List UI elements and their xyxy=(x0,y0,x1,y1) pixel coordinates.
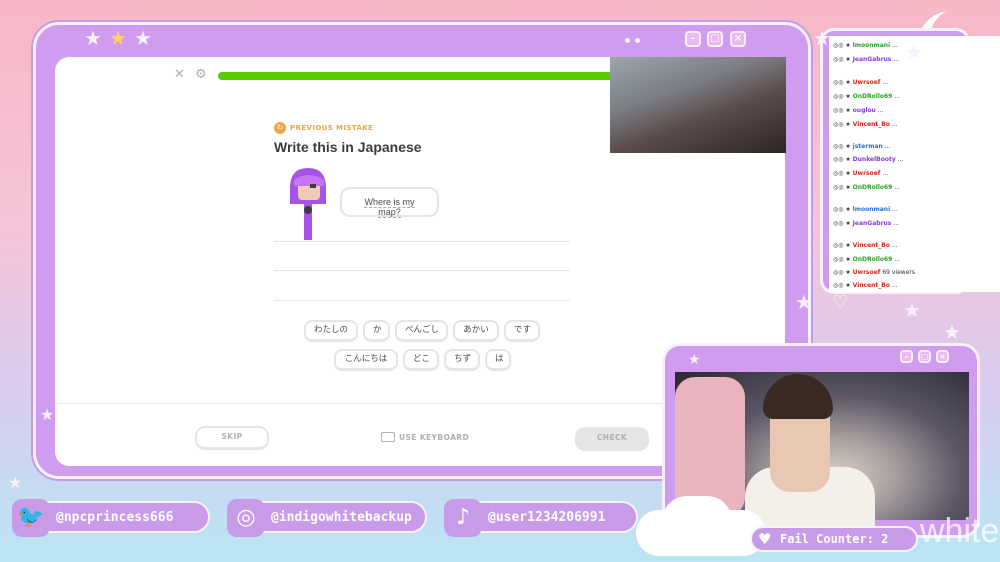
chat-message: ◎◎ ★ Vincent_Bo ... xyxy=(833,242,898,249)
star-icon: ★ xyxy=(813,26,831,50)
star-icon: ★ xyxy=(84,26,102,50)
cloud-decoration xyxy=(662,496,732,546)
star-icon: ★ xyxy=(795,290,813,314)
word-tile[interactable]: ちず xyxy=(444,349,480,371)
chat-message: ◎◎ ★ OnDRollo69 ... xyxy=(833,93,901,100)
close-icon[interactable]: × xyxy=(936,350,949,363)
heart-icon: ♥ xyxy=(758,530,772,548)
twitter-handle: @npcprincess666 xyxy=(56,510,174,525)
word-tile[interactable]: こんにちは xyxy=(334,349,398,371)
instagram-handle: @indigowhitebackup xyxy=(271,510,412,525)
tiktok-icon: ♪ xyxy=(444,499,482,537)
chat-message: ◎◎ ★ lmoonmani ... xyxy=(833,206,898,213)
star-icon: ★ xyxy=(905,40,923,64)
previous-mistake-label: PREVIOUS MISTAKE xyxy=(290,124,374,132)
word-tile[interactable]: どこ xyxy=(403,349,439,371)
star-icon: ★ xyxy=(903,298,921,322)
minimize-icon[interactable]: – xyxy=(685,31,701,47)
instagram-icon: ◎ xyxy=(227,499,265,537)
close-icon[interactable]: × xyxy=(730,31,746,47)
gear-icon[interactable]: ⚙ xyxy=(195,67,207,82)
star-icon: ★ xyxy=(8,473,23,492)
chat-message: ◎◎ ★ Uwrsoef 69 viewers xyxy=(833,269,915,276)
skip-button[interactable]: SKIP xyxy=(195,426,269,450)
maximize-icon[interactable]: ▢ xyxy=(918,350,931,363)
answer-line xyxy=(274,270,570,271)
previous-mistake-icon: ↻ xyxy=(274,122,286,134)
chat-message: ◎◎ ★ ouglou ... xyxy=(833,107,884,114)
chat-message: ◎◎ ★ Vincent_Bo ... xyxy=(833,121,898,128)
heart-icon: ♡ xyxy=(832,292,849,313)
prompt-text[interactable]: Where is my map? xyxy=(364,197,415,218)
chat-message: ◎◎ ★ OnDRollo69 ... xyxy=(833,256,901,263)
watermark-text: white xyxy=(920,512,1000,550)
chat-message: ◎◎ ★ jsterman ... xyxy=(833,143,891,150)
chat-message: ◎◎ ★ Vincent_Bo ... xyxy=(833,282,898,289)
webcam-streamer xyxy=(675,372,969,527)
star-icon: ★ xyxy=(40,405,55,424)
maximize-icon[interactable]: ▢ xyxy=(707,31,723,47)
chat-message: ◎◎ ★ Uwrsoef ... xyxy=(833,170,889,177)
check-button[interactable]: CHECK xyxy=(575,427,649,451)
answer-line xyxy=(274,241,570,242)
decor-dot xyxy=(625,38,630,43)
tiktok-badge[interactable]: ♪ @user1234206991 xyxy=(444,499,638,537)
answer-line xyxy=(274,300,570,301)
tiktok-handle: @user1234206991 xyxy=(488,510,606,525)
word-tile[interactable]: あかい xyxy=(453,320,499,342)
chat-message: ◎◎ ★ Uwrsoef ... xyxy=(833,79,889,86)
star-icon: ★ xyxy=(943,320,961,344)
lesson-title: Write this in Japanese xyxy=(274,139,422,155)
fail-counter-badge: ♥ Fail Counter: 2 xyxy=(750,526,918,552)
decor-dot xyxy=(635,38,640,43)
instagram-badge[interactable]: ◎ @indigowhitebackup xyxy=(227,499,427,537)
speech-bubble[interactable]: Where is my map? xyxy=(340,187,439,218)
progress-bar xyxy=(218,72,618,80)
chat-message: ◎◎ ★ DunkelBooty ... xyxy=(833,156,904,163)
webcam-room-view xyxy=(610,57,786,153)
twitter-icon: 🐦 xyxy=(12,499,50,537)
word-tile[interactable]: ぺんごし xyxy=(395,320,448,342)
star-icon: ★ xyxy=(134,26,152,50)
character-avatar xyxy=(290,168,326,240)
keyboard-icon[interactable] xyxy=(381,432,395,442)
chat-panel: ◎◎ ★ lmoonmani ... ◎◎ ★ JeanGabrus ... ◎… xyxy=(829,36,1000,292)
word-tile[interactable]: です xyxy=(504,320,540,342)
close-lesson-icon[interactable]: ✕ xyxy=(174,67,185,82)
chat-message: ◎◎ ★ JeanGabrus ... xyxy=(833,220,900,227)
word-tile[interactable]: か xyxy=(363,320,390,342)
word-tile[interactable]: わたしの xyxy=(304,320,358,342)
star-icon: ★ xyxy=(109,26,127,50)
minimize-icon[interactable]: – xyxy=(900,350,913,363)
use-keyboard-button[interactable]: USE KEYBOARD xyxy=(399,433,469,442)
star-icon: ★ xyxy=(688,352,701,368)
chat-message: ◎◎ ★ OnDRollo69 ... xyxy=(833,184,901,191)
twitter-badge[interactable]: 🐦 @npcprincess666 xyxy=(12,499,210,537)
fail-counter-text: Fail Counter: 2 xyxy=(780,532,889,546)
word-tile[interactable]: は xyxy=(485,349,511,371)
